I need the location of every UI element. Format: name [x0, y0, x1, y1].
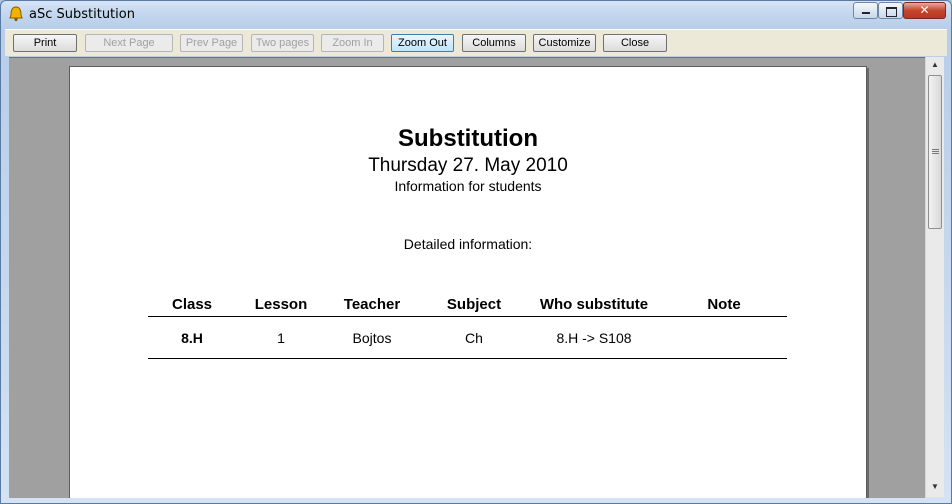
- close-window-button[interactable]: ✕: [903, 2, 946, 19]
- print-button[interactable]: Print: [13, 34, 77, 52]
- document-date: Thursday 27. May 2010: [368, 155, 568, 176]
- scroll-up-arrow-icon[interactable]: ▲: [927, 57, 943, 73]
- two-pages-button[interactable]: Two pages: [251, 34, 314, 52]
- zoom-in-button[interactable]: Zoom In: [321, 34, 384, 52]
- next-page-button[interactable]: Next Page: [85, 34, 173, 52]
- zoom-out-button[interactable]: Zoom Out: [391, 34, 454, 52]
- table-cell-class: 8.H: [181, 330, 203, 346]
- document-subtitle: Information for students: [394, 178, 542, 194]
- table-cell-subject: Ch: [465, 330, 483, 346]
- toolbar: Print Next Page Prev Page Two pages Zoom…: [5, 29, 947, 56]
- scrollbar-thumb[interactable]: [928, 75, 942, 229]
- table-cell-lesson: 1: [277, 330, 285, 346]
- prev-page-button[interactable]: Prev Page: [180, 34, 243, 52]
- column-header: Teacher: [343, 296, 401, 313]
- minimize-button[interactable]: [853, 2, 878, 19]
- column-header: Lesson: [254, 296, 308, 313]
- table-cell-teacher: Bojtos: [352, 330, 392, 346]
- app-bell-icon: [9, 6, 23, 22]
- column-header: Class: [171, 296, 213, 313]
- column-header: Subject: [446, 296, 502, 313]
- vertical-scrollbar[interactable]: ▲ ▼: [925, 57, 944, 497]
- customize-button[interactable]: Customize: [533, 34, 596, 52]
- grip-line: [932, 153, 939, 154]
- minimize-icon: [862, 12, 870, 14]
- scroll-down-arrow-icon[interactable]: ▼: [927, 479, 943, 495]
- document-title: Substitution: [398, 125, 538, 152]
- app-window: aSc Substitution ✕ Print Next Page Prev …: [0, 0, 952, 504]
- close-button[interactable]: Close: [603, 34, 667, 52]
- grip-line: [932, 151, 939, 152]
- title-bar[interactable]: aSc Substitution ✕: [1, 1, 951, 29]
- section-label: Detailed information:: [403, 236, 533, 252]
- table-cell-who-substitute: 8.H -> S108: [556, 330, 632, 346]
- print-preview-viewport: Substitution Thursday 27. May 2010 Infor…: [9, 57, 925, 498]
- grip-line: [932, 149, 939, 150]
- table-bottom-rule: [148, 358, 787, 359]
- maximize-icon: [886, 7, 897, 17]
- header-divider: [148, 316, 787, 317]
- preview-page: Substitution Thursday 27. May 2010 Infor…: [69, 66, 867, 498]
- columns-button[interactable]: Columns: [462, 34, 526, 52]
- maximize-button[interactable]: [878, 2, 903, 19]
- column-header: Note: [707, 296, 741, 313]
- window-title: aSc Substitution: [29, 7, 135, 22]
- close-icon: ✕: [919, 3, 930, 17]
- column-header: Who substitute: [539, 296, 649, 313]
